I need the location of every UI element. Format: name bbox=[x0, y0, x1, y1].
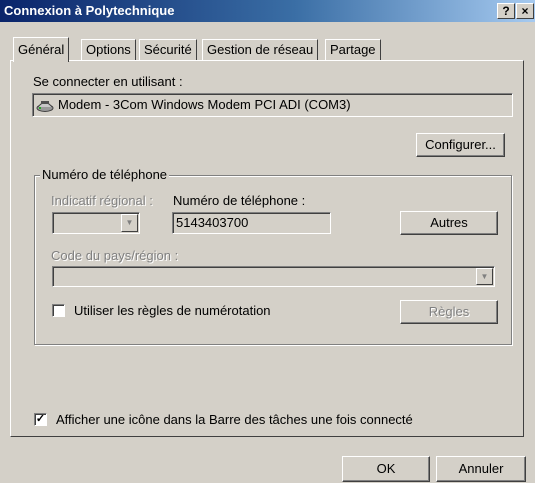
connect-using-label: Se connecter en utilisant : bbox=[33, 74, 183, 89]
country-code-label: Code du pays/région : bbox=[51, 248, 179, 263]
tab-network[interactable]: Gestion de réseau bbox=[202, 39, 319, 60]
dialing-rules-checkbox[interactable] bbox=[52, 304, 65, 317]
tab-security[interactable]: Sécurité bbox=[139, 39, 197, 60]
modem-icon bbox=[36, 97, 54, 112]
cancel-button[interactable]: Annuler bbox=[436, 456, 526, 482]
dialog-window: Connexion à Polytechnique ? × Général Op… bbox=[0, 0, 535, 483]
dialing-rules-label: Utiliser les règles de numérotation bbox=[74, 303, 271, 318]
device-name: Modem - 3Com Windows Modem PCI ADI (COM3… bbox=[58, 97, 351, 112]
phone-number-value: 5143403700 bbox=[176, 215, 249, 230]
tab-options[interactable]: Options bbox=[81, 39, 136, 60]
configure-button[interactable]: Configurer... bbox=[416, 133, 505, 157]
phone-number-label: Numéro de téléphone : bbox=[173, 193, 306, 208]
tab-sharing[interactable]: Partage bbox=[325, 39, 381, 60]
phone-number-input[interactable]: 5143403700 bbox=[172, 212, 331, 234]
help-button[interactable]: ? bbox=[497, 3, 515, 19]
device-field[interactable]: Modem - 3Com Windows Modem PCI ADI (COM3… bbox=[32, 93, 513, 117]
area-code-label: Indicatif régional : bbox=[51, 193, 153, 208]
tab-general[interactable]: Général bbox=[13, 37, 70, 62]
close-button[interactable]: × bbox=[516, 3, 534, 19]
title-bar[interactable]: Connexion à Polytechnique ? × bbox=[0, 0, 535, 22]
taskbar-icon-checkbox[interactable]: ✓ bbox=[34, 413, 47, 426]
ok-button[interactable]: OK bbox=[342, 456, 430, 482]
others-button[interactable]: Autres bbox=[400, 211, 498, 235]
window-title: Connexion à Polytechnique bbox=[4, 3, 175, 18]
phone-group-title: Numéro de téléphone bbox=[40, 167, 170, 182]
country-code-dropdown[interactable]: ▼ bbox=[52, 266, 495, 287]
country-chevron-down-icon[interactable]: ▼ bbox=[476, 268, 493, 285]
taskbar-icon-label: Afficher une icône dans la Barre des tâc… bbox=[56, 412, 413, 427]
rules-button[interactable]: Règles bbox=[400, 300, 498, 324]
area-code-dropdown[interactable]: ▼ bbox=[52, 212, 140, 234]
area-code-chevron-down-icon[interactable]: ▼ bbox=[121, 214, 138, 232]
checkmark-icon: ✓ bbox=[35, 413, 46, 425]
